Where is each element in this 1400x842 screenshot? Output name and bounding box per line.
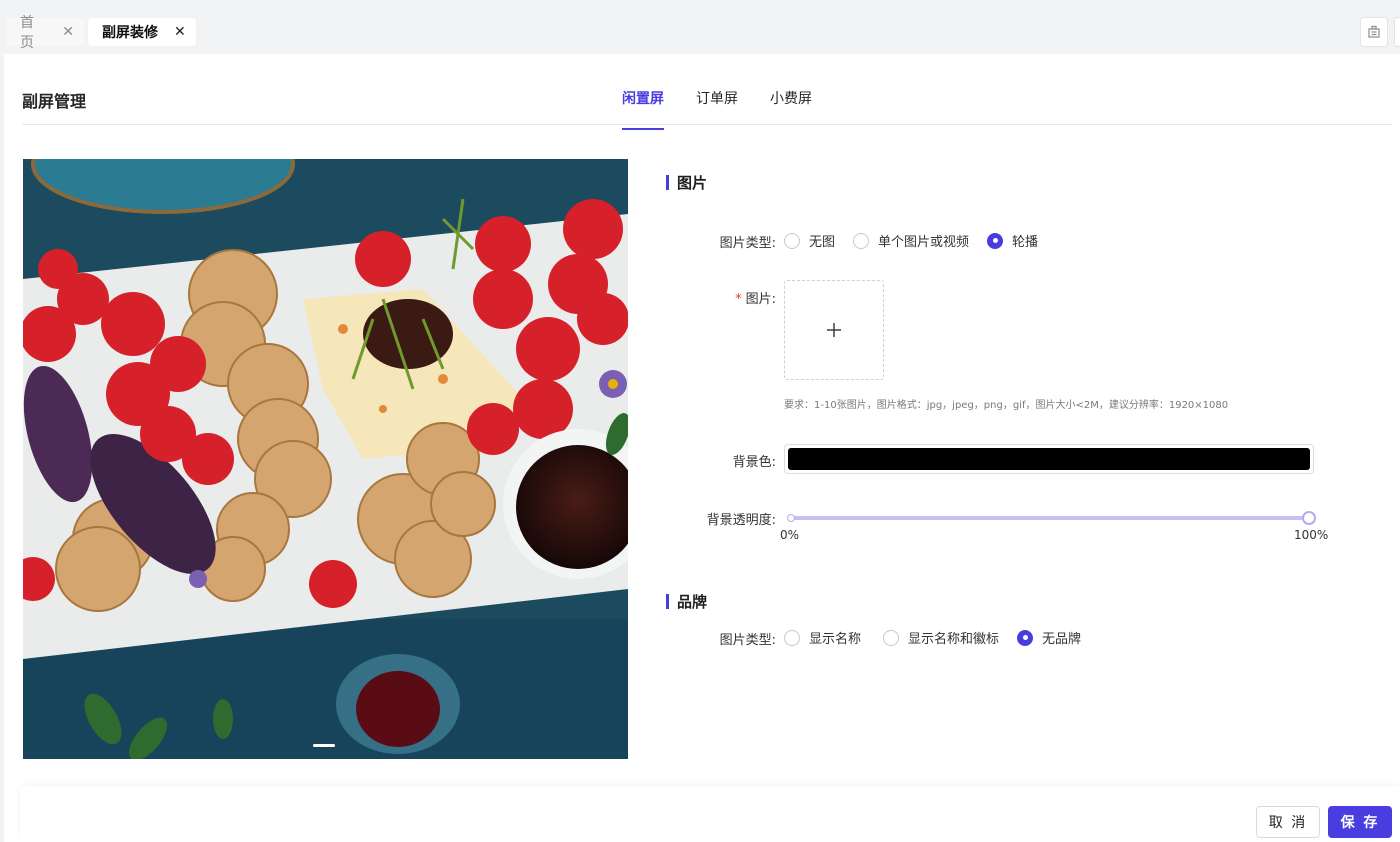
- radio-show-name-and-logo-label: 显示名称和徽标: [908, 632, 1000, 647]
- image-type-radio-group: 无图 单个图片或视频 轮播: [784, 231, 1056, 250]
- section-title-image-text: 图片: [677, 174, 708, 192]
- refresh-icon-button[interactable]: [1360, 17, 1388, 47]
- bg-color-label: 背景色:: [732, 455, 776, 470]
- tab-home-label: 首页: [20, 15, 34, 51]
- radio-single-image-or-video[interactable]: 单个图片或视频: [853, 231, 969, 250]
- image-label-text: 图片:: [745, 292, 776, 307]
- page-title: 副屏管理: [22, 92, 87, 111]
- upload-requirements-hint: 要求：1-10张图片，图片格式：jpg，jpeg，png，gif，图片大小<2M…: [784, 400, 1229, 411]
- bg-color-swatch: [788, 448, 1310, 470]
- image-upload-box[interactable]: [784, 280, 884, 380]
- save-button[interactable]: 保 存: [1328, 806, 1392, 838]
- radio-no-image[interactable]: 无图: [784, 231, 835, 250]
- slider-start-handle[interactable]: [787, 514, 795, 522]
- plus-icon: [827, 323, 841, 337]
- tab-home[interactable]: 首页 ✕: [6, 15, 84, 51]
- slider-max-label: 100%: [1294, 528, 1329, 542]
- radio-circle[interactable]: [853, 232, 870, 249]
- radio-circle[interactable]: [883, 629, 900, 646]
- radio-show-name-and-logo[interactable]: 显示名称和徽标: [883, 628, 999, 647]
- section-title-brand-text: 品牌: [677, 593, 708, 611]
- footer-action-bar: 取 消 保 存: [20, 786, 1400, 842]
- radio-circle[interactable]: [784, 629, 800, 646]
- main-panel: 副屏管理 闲置屏 订单屏 小费屏 图片 图片类型: 无图 单个图片或视频 轮播 …: [4, 54, 1400, 842]
- brand-type-radio-group: 显示名称 显示名称和徽标 无品牌: [784, 628, 1099, 647]
- tab-secondary-screen-decoration-label: 副屏装修: [102, 25, 158, 41]
- required-mark: *: [735, 292, 742, 307]
- radio-no-brand[interactable]: 无品牌: [1017, 628, 1081, 647]
- slider-track[interactable]: [789, 516, 1309, 520]
- food-platter-image: [23, 159, 628, 759]
- brand-type-label: 图片类型:: [719, 633, 776, 648]
- radio-show-name[interactable]: 显示名称: [784, 628, 861, 647]
- radio-no-image-label: 无图: [809, 235, 836, 250]
- more-icon-button[interactable]: [1394, 17, 1400, 47]
- radio-circle[interactable]: [784, 232, 800, 249]
- radio-show-name-label: 显示名称: [809, 632, 862, 647]
- close-icon[interactable]: ✕: [62, 24, 74, 40]
- radio-no-brand-label: 无品牌: [1042, 632, 1082, 647]
- image-label: * 图片:: [656, 288, 776, 307]
- slider-min-label: 0%: [780, 528, 800, 542]
- radio-circle-selected[interactable]: [987, 232, 1004, 249]
- radio-single-image-or-video-label: 单个图片或视频: [878, 235, 970, 250]
- tab-secondary-screen-decoration[interactable]: 副屏装修 ✕: [88, 18, 196, 46]
- radio-circle-selected[interactable]: [1017, 629, 1034, 646]
- bg-opacity-label: 背景透明度:: [706, 513, 776, 528]
- carousel-indicator[interactable]: [313, 744, 335, 747]
- header-divider: [22, 124, 1392, 125]
- tab-bar: 首页 ✕ 副屏装修 ✕: [0, 10, 1400, 54]
- close-icon[interactable]: ✕: [174, 24, 186, 40]
- section-title-image: 图片: [666, 172, 707, 193]
- building-icon: [1368, 25, 1380, 38]
- section-title-brand: 品牌: [666, 591, 707, 612]
- image-type-label: 图片类型:: [719, 236, 776, 251]
- cancel-button[interactable]: 取 消: [1256, 806, 1320, 838]
- bg-opacity-slider[interactable]: [787, 510, 1316, 526]
- screen-preview-image: [23, 159, 628, 759]
- radio-carousel[interactable]: 轮播: [987, 231, 1038, 250]
- radio-carousel-label: 轮播: [1012, 235, 1039, 250]
- bg-color-picker[interactable]: [784, 444, 1314, 474]
- slider-handle[interactable]: [1302, 511, 1316, 525]
